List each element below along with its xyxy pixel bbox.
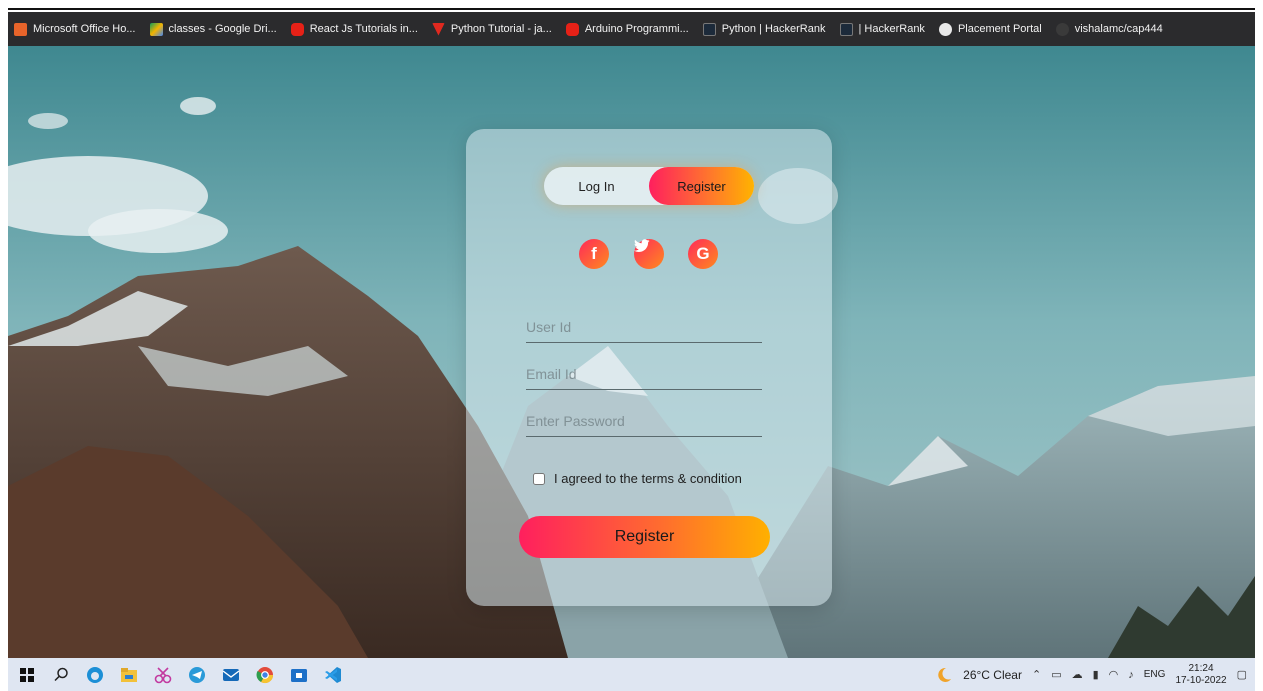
bookmark-placement-portal[interactable]: Placement Portal	[938, 22, 1042, 36]
bookmark-python-tutorial[interactable]: Python Tutorial - ja...	[431, 22, 552, 36]
top-rule	[8, 8, 1255, 10]
youtube-icon	[565, 22, 579, 36]
moon-weather-icon[interactable]	[935, 666, 953, 684]
bookmark-python-hackerrank[interactable]: Python | HackerRank	[702, 22, 826, 36]
bookmark-label: Microsoft Office Ho...	[33, 23, 136, 35]
windows-start-icon[interactable]	[18, 666, 36, 684]
tab-log-in[interactable]: Log In	[544, 167, 649, 205]
snipping-tool-icon[interactable]	[154, 666, 172, 684]
bookmark-github-repo[interactable]: vishalamc/cap444	[1055, 22, 1163, 36]
email-id-input[interactable]	[526, 358, 762, 390]
chrome-icon[interactable]	[256, 666, 274, 684]
terms-row: I agreed to the terms & condition	[533, 471, 742, 486]
meet-now-icon[interactable]: ▭	[1051, 668, 1061, 681]
bookmark-react-tutorials[interactable]: React Js Tutorials in...	[290, 22, 418, 36]
bookmark-arduino[interactable]: Arduino Programmi...	[565, 22, 689, 36]
language-indicator[interactable]: ENG	[1144, 669, 1166, 680]
register-card: Log In Register f G I agreed to the term…	[466, 129, 832, 606]
google-drive-icon	[149, 22, 163, 36]
hackerrank-icon	[702, 22, 716, 36]
system-tray: 26°C Clear ⌃ ▭ ☁ ▮ ◠ ♪ ENG 21:24 17-10-2…	[935, 658, 1247, 691]
bookmark-hackerrank[interactable]: | HackerRank	[839, 22, 925, 36]
telegram-icon[interactable]	[188, 666, 206, 684]
windows-taskbar: 26°C Clear ⌃ ▭ ☁ ▮ ◠ ♪ ENG 21:24 17-10-2…	[8, 658, 1255, 691]
youtube-icon	[290, 22, 304, 36]
chevron-up-icon[interactable]: ⌃	[1032, 668, 1041, 681]
bird-icon	[634, 239, 650, 252]
bookmark-office[interactable]: Microsoft Office Ho...	[14, 22, 136, 36]
bookmark-label: classes - Google Dri...	[168, 23, 277, 35]
file-explorer-icon[interactable]	[120, 666, 138, 684]
password-input[interactable]	[526, 405, 762, 437]
register-submit-button[interactable]: Register	[519, 516, 770, 558]
javatpoint-icon	[431, 22, 445, 36]
store-icon[interactable]	[290, 666, 308, 684]
bookmark-label: Placement Portal	[957, 23, 1042, 35]
battery-icon[interactable]: ▮	[1093, 668, 1099, 681]
clock-time: 21:24	[1188, 662, 1214, 674]
clock-date: 17-10-2022	[1175, 674, 1227, 686]
auth-mode-toggle: Log In Register	[544, 167, 754, 205]
bookmark-google-drive[interactable]: classes - Google Dri...	[149, 22, 277, 36]
facebook-icon[interactable]: f	[579, 239, 609, 269]
bookmark-label: Python Tutorial - ja...	[450, 23, 552, 35]
bookmark-label: vishalamc/cap444	[1074, 23, 1163, 35]
bookmark-label: Python | HackerRank	[721, 23, 826, 35]
globe-icon	[938, 22, 952, 36]
volume-icon[interactable]: ♪	[1128, 669, 1134, 681]
wifi-icon[interactable]: ◠	[1109, 668, 1119, 681]
hackerrank-icon	[839, 22, 853, 36]
notification-icon[interactable]: ▢	[1237, 668, 1247, 681]
mail-icon[interactable]	[222, 666, 240, 684]
twitter-icon[interactable]	[634, 239, 664, 269]
weather-status[interactable]: 26°C Clear	[963, 668, 1022, 682]
google-icon[interactable]: G	[688, 239, 718, 269]
vscode-icon[interactable]	[324, 666, 342, 684]
search-icon[interactable]	[52, 666, 70, 684]
edge-icon[interactable]	[86, 666, 104, 684]
bookmark-label: | HackerRank	[858, 23, 925, 35]
github-icon	[1055, 22, 1069, 36]
bookmarks-bar: Microsoft Office Ho... classes - Google …	[8, 12, 1255, 46]
clock[interactable]: 21:24 17-10-2022	[1175, 663, 1226, 687]
user-id-input[interactable]	[526, 311, 762, 343]
cloud-sync-icon[interactable]: ☁	[1072, 668, 1083, 681]
bookmark-label: Arduino Programmi...	[584, 23, 689, 35]
terms-checkbox[interactable]	[533, 472, 545, 485]
office-icon	[14, 22, 27, 36]
page-background: Log In Register f G I agreed to the term…	[8, 46, 1255, 658]
bookmark-label: React Js Tutorials in...	[309, 23, 418, 35]
tab-register[interactable]: Register	[649, 167, 754, 205]
terms-label: I agreed to the terms & condition	[554, 471, 742, 486]
